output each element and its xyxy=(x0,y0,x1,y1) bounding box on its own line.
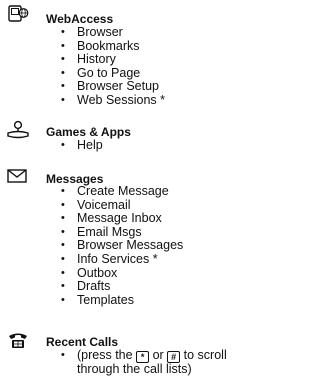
webaccess-list: Browser Bookmarks History Go to Page Bro… xyxy=(61,25,165,108)
menu-item-go-to-page[interactable]: Go to Page xyxy=(61,66,165,81)
menu-item-message-inbox[interactable]: Message Inbox xyxy=(61,212,183,226)
games-apps-list: Help xyxy=(61,138,103,153)
menu-item-history[interactable]: History xyxy=(61,53,165,67)
menu-item-info-services[interactable]: Info Services * xyxy=(61,252,183,267)
menu-item-email-msgs[interactable]: Email Msgs xyxy=(61,225,183,240)
menu-item-browser-setup[interactable]: Browser Setup xyxy=(61,80,165,94)
menu-item-voicemail[interactable]: Voicemail xyxy=(61,198,183,213)
menu-item-templates[interactable]: Templates xyxy=(61,293,183,308)
menu-item-help[interactable]: Help xyxy=(61,138,103,153)
section-title: Games & Apps xyxy=(46,125,131,139)
menu-item-browser[interactable]: Browser xyxy=(61,25,165,40)
web-access-icon xyxy=(6,4,30,24)
section-title: WebAccess xyxy=(46,12,114,26)
recent-calls-list: (press the * or # to scroll through the … xyxy=(61,348,247,377)
menu-item-outbox[interactable]: Outbox xyxy=(61,266,183,281)
recent-calls-note: (press the * or # to scroll through the … xyxy=(61,348,247,377)
recent-calls-icon xyxy=(6,330,30,350)
menu-item-drafts[interactable]: Drafts xyxy=(61,280,183,294)
note-text-middle: or xyxy=(152,348,164,362)
note-text-before: (press the xyxy=(77,348,133,362)
menu-item-browser-messages[interactable]: Browser Messages xyxy=(61,239,183,253)
menu-item-create-message[interactable]: Create Message xyxy=(61,184,183,199)
menu-item-web-sessions[interactable]: Web Sessions * xyxy=(61,93,165,108)
games-apps-icon xyxy=(6,120,30,140)
section-title: Recent Calls xyxy=(46,335,119,349)
envelope-icon xyxy=(6,167,30,187)
messages-list: Create Message Voicemail Message Inbox E… xyxy=(61,184,183,308)
menu-item-bookmarks[interactable]: Bookmarks xyxy=(61,39,165,54)
